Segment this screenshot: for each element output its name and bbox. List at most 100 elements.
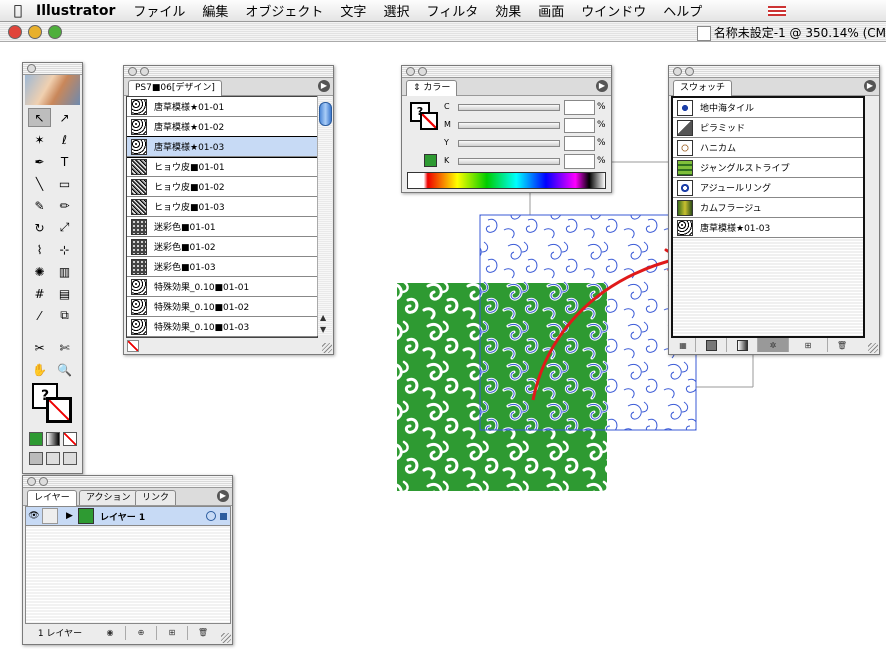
symbol-sprayer-tool-icon[interactable]: ✺ xyxy=(28,262,51,281)
gradient-mode-icon[interactable] xyxy=(46,432,60,446)
mesh-tool-icon[interactable]: # xyxy=(28,284,51,303)
stroke-none-icon[interactable] xyxy=(420,112,438,130)
selection-tool-icon[interactable]: ↖ xyxy=(28,108,51,127)
panel-menu-icon[interactable]: ▶ xyxy=(217,490,229,502)
apple-menu-icon[interactable]:  xyxy=(0,3,36,19)
full-screen-icon[interactable] xyxy=(63,452,77,465)
library-swatch-item[interactable]: 特殊効果_0.10■01-01 xyxy=(127,277,317,297)
swatch-item[interactable]: カムフラージュ xyxy=(673,198,863,218)
new-layer-icon[interactable]: ⊞ xyxy=(157,625,188,640)
swatch-item[interactable]: 地中海タイル xyxy=(673,98,863,118)
free-transform-tool-icon[interactable]: ⊹ xyxy=(53,240,76,259)
swatch-item[interactable]: 唐草模様★01-03 xyxy=(673,218,863,238)
zoom-window-button[interactable] xyxy=(48,25,62,39)
graph-tool-icon[interactable]: ▥ xyxy=(53,262,76,281)
show-pattern-swatches-icon[interactable]: ✲ xyxy=(758,338,789,352)
menu-view[interactable]: 画面 xyxy=(538,1,564,20)
visibility-eye-icon[interactable]: 👁 xyxy=(26,511,42,521)
library-swatch-item[interactable]: 特殊効果_0.10■01-02 xyxy=(127,297,317,317)
library-swatch-item[interactable]: 唐草模様★01-01 xyxy=(127,97,317,117)
swatches-title-bar[interactable] xyxy=(669,66,879,78)
channel-value-field[interactable] xyxy=(564,154,595,169)
swatch-item[interactable]: ハニカム xyxy=(673,138,863,158)
target-circle-icon[interactable] xyxy=(206,511,216,521)
layer-row[interactable]: 👁 ▶ レイヤー 1 xyxy=(26,507,230,526)
menu-window[interactable]: ウインドウ xyxy=(581,1,646,20)
toolbox-logo[interactable] xyxy=(25,75,80,105)
swatch-library-scrollbar[interactable]: ▲ ▼ xyxy=(317,96,332,336)
menu-effect[interactable]: 効果 xyxy=(495,1,521,20)
stroke-none-icon[interactable] xyxy=(46,397,72,423)
zoom-tool-icon[interactable]: 🔍 xyxy=(53,360,76,379)
close-dot-icon[interactable] xyxy=(27,64,36,73)
color-title-bar[interactable] xyxy=(402,66,611,78)
library-swatch-item[interactable]: ヒョウ皮■01-01 xyxy=(127,157,317,177)
lasso-tool-icon[interactable]: ℓ xyxy=(53,130,76,149)
color-fill-stroke[interactable]: ? xyxy=(410,102,438,130)
gradient-tool-icon[interactable]: ▤ xyxy=(53,284,76,303)
channel-value-field[interactable] xyxy=(564,136,595,151)
tab-links[interactable]: リンク xyxy=(135,490,177,505)
toolbox-title-bar[interactable] xyxy=(23,63,82,75)
swatch-empty-area[interactable] xyxy=(673,238,863,336)
library-swatch-item[interactable]: 特殊効果_0.10■01-03 xyxy=(127,317,317,337)
delete-layer-icon[interactable]: 🗑 xyxy=(188,626,218,640)
panel-menu-icon[interactable]: ▶ xyxy=(318,80,330,92)
line-tool-icon[interactable]: ╲ xyxy=(28,174,51,193)
rectangle-tool-icon[interactable]: ▭ xyxy=(53,174,76,193)
warp-tool-icon[interactable]: ⌇ xyxy=(28,240,51,259)
app-menu[interactable]: Illustrator xyxy=(36,3,115,19)
color-spectrum-bar[interactable] xyxy=(407,172,606,189)
collapse-dot-icon[interactable] xyxy=(140,67,149,76)
layer-name[interactable]: レイヤー 1 xyxy=(100,510,206,523)
full-screen-menu-icon[interactable] xyxy=(46,452,60,465)
panel-menu-icon[interactable]: ▶ xyxy=(864,80,876,92)
type-tool-icon[interactable]: T xyxy=(53,152,76,171)
lock-toggle[interactable] xyxy=(42,508,58,524)
none-mode-icon[interactable] xyxy=(63,432,77,446)
menu-object[interactable]: オブジェクト xyxy=(245,1,323,20)
channel-slider[interactable] xyxy=(458,140,560,147)
channel-slider[interactable] xyxy=(458,158,560,165)
library-swatch-item[interactable]: ヒョウ皮■01-03 xyxy=(127,197,317,217)
collapse-dot-icon[interactable] xyxy=(685,67,694,76)
show-all-swatches-icon[interactable]: ▦ xyxy=(671,338,696,352)
input-menu-flag-icon[interactable] xyxy=(768,6,786,16)
rotate-tool-icon[interactable]: ↻ xyxy=(28,218,51,237)
tab-swatch-library[interactable]: PS7■06[デザイン] xyxy=(128,80,222,96)
slice-tool-icon[interactable]: ✂ xyxy=(28,338,51,357)
tab-swatches[interactable]: スウォッチ xyxy=(673,80,733,96)
menu-type[interactable]: 文字 xyxy=(340,1,366,20)
fill-stroke-control[interactable]: ? xyxy=(32,383,72,423)
tab-actions[interactable]: アクション xyxy=(79,490,138,505)
channel-slider[interactable] xyxy=(458,122,560,129)
eyedropper-tool-icon[interactable]: ⁄ xyxy=(28,306,51,325)
scroll-down-arrow-icon[interactable]: ▼ xyxy=(320,325,326,334)
menu-select[interactable]: 選択 xyxy=(383,1,409,20)
color-mode-icon[interactable] xyxy=(29,432,43,446)
show-color-swatches-icon[interactable] xyxy=(696,338,727,352)
direct-selection-tool-icon[interactable]: ↗ xyxy=(53,108,76,127)
library-swatch-item[interactable]: 迷彩色■01-02 xyxy=(127,237,317,257)
scale-tool-icon[interactable]: ⤢ xyxy=(53,218,76,237)
channel-slider[interactable] xyxy=(458,104,560,111)
tab-color[interactable]: ⇕ カラー xyxy=(406,80,458,96)
menu-edit[interactable]: 編集 xyxy=(202,1,228,20)
magic-wand-tool-icon[interactable]: ✶ xyxy=(28,130,51,149)
hand-tool-icon[interactable]: ✋ xyxy=(28,360,51,379)
pencil-tool-icon[interactable]: ✏ xyxy=(53,196,76,215)
last-color-swatch[interactable] xyxy=(424,154,437,167)
paintbrush-tool-icon[interactable]: ✎ xyxy=(28,196,51,215)
swatch-item[interactable]: ジャングルストライプ xyxy=(673,158,863,178)
show-gradient-swatches-icon[interactable] xyxy=(727,338,758,352)
channel-value-field[interactable] xyxy=(564,100,595,115)
new-swatch-icon[interactable]: ⊞ xyxy=(789,338,828,352)
selection-indicator-icon[interactable] xyxy=(220,512,227,520)
channel-value-field[interactable] xyxy=(564,118,595,133)
swatch-item[interactable]: ピラミッド xyxy=(673,118,863,138)
close-dot-icon[interactable] xyxy=(406,67,415,76)
close-dot-icon[interactable] xyxy=(27,477,36,486)
panel-menu-icon[interactable]: ▶ xyxy=(596,80,608,92)
scroll-thumb[interactable] xyxy=(319,102,332,126)
library-swatch-item[interactable]: 迷彩色■01-03 xyxy=(127,257,317,277)
